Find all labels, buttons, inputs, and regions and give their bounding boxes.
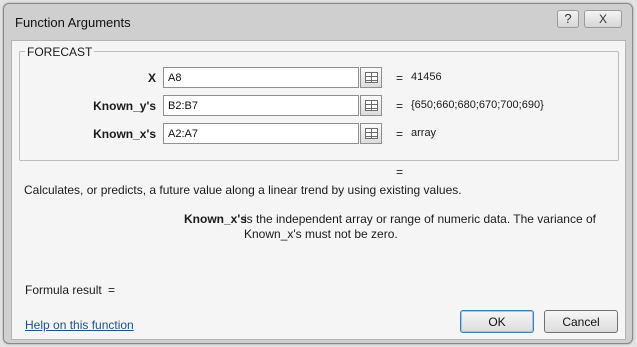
argument-result-known-x: array (411, 127, 437, 139)
argument-label-x: X (147, 71, 156, 85)
close-icon[interactable]: X (584, 10, 622, 28)
function-result-equals: = (396, 165, 404, 179)
argument-equals: = (396, 127, 404, 141)
argument-help-text: is the independent array or range of num… (244, 212, 596, 241)
dialog-body: FORECAST X = 41456 Known_y's = {650;660;… (11, 40, 626, 340)
argument-row-x: X = 41456 (20, 67, 620, 89)
function-arguments-dialog: Function Arguments ? X FORECAST X = 4145… (3, 3, 633, 344)
argument-row-known-y: Known_y's = {650;660;680;670;700;690} (20, 95, 620, 117)
argument-input-x[interactable] (163, 67, 359, 88)
argument-equals: = (396, 99, 404, 113)
formula-result-label: Formula result (25, 283, 102, 297)
help-icon[interactable]: ? (557, 10, 579, 28)
range-select-icon[interactable] (360, 123, 382, 144)
range-select-icon[interactable] (360, 67, 382, 88)
argument-help-name: Known_x's (184, 212, 247, 226)
argument-row-known-x: Known_x's = array (20, 123, 620, 145)
title-bar: Function Arguments ? X (4, 4, 632, 40)
formula-result-equals: = (108, 283, 116, 297)
argument-label-known-x: Known_x's (93, 127, 156, 141)
function-name: FORECAST (25, 45, 95, 59)
argument-equals: = (396, 71, 404, 85)
argument-result-known-y: {650;660;680;670;700;690} (411, 99, 544, 111)
formula-result: Formula result = (25, 283, 115, 297)
range-select-icon[interactable] (360, 95, 382, 116)
function-description: Calculates, or predicts, a future value … (24, 183, 462, 197)
argument-label-known-y: Known_y's (93, 99, 156, 113)
help-on-function-link[interactable]: Help on this function (25, 318, 134, 332)
ok-button[interactable]: OK (460, 310, 534, 333)
dialog-title: Function Arguments (15, 15, 131, 30)
arguments-group: FORECAST X = 41456 Known_y's = {650;660;… (19, 45, 620, 161)
argument-input-known-y[interactable] (163, 95, 359, 116)
cancel-button[interactable]: Cancel (544, 310, 618, 333)
argument-result-x: 41456 (411, 71, 442, 83)
argument-input-known-x[interactable] (163, 123, 359, 144)
